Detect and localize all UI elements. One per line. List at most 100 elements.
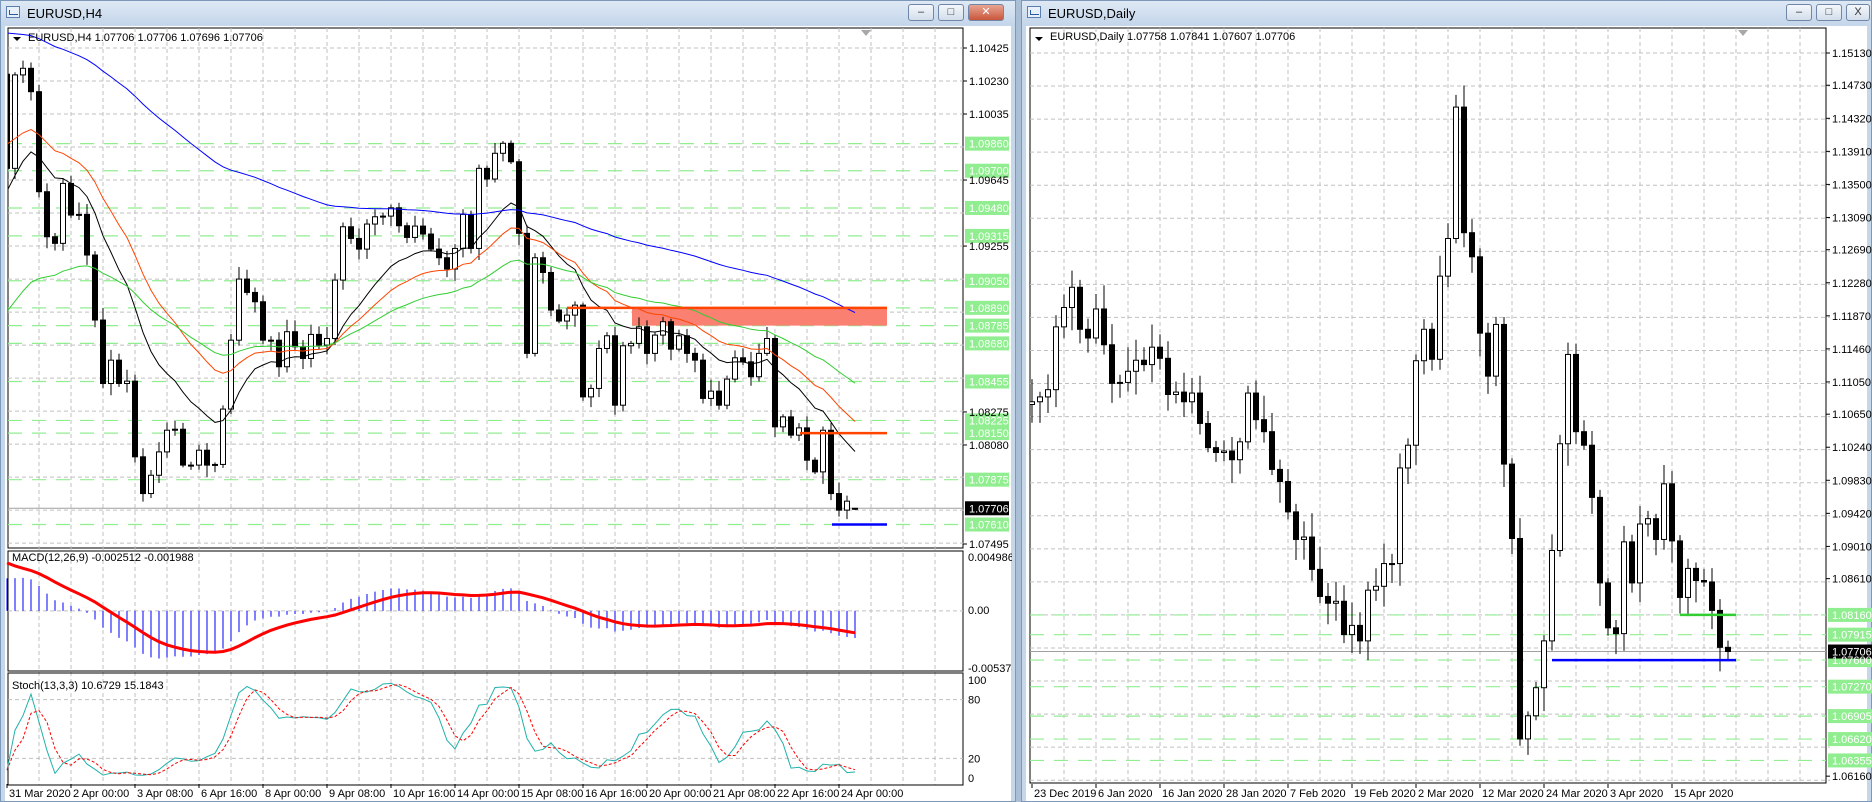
- bull-candle[interactable]: [628, 342, 634, 347]
- bull-candle[interactable]: [1373, 585, 1379, 591]
- bull-candle[interactable]: [164, 429, 170, 453]
- bear-candle[interactable]: [1085, 328, 1091, 339]
- bear-candle[interactable]: [44, 191, 50, 238]
- bear-candle[interactable]: [356, 237, 362, 250]
- bull-candle[interactable]: [12, 74, 18, 169]
- bull-candle[interactable]: [124, 380, 130, 385]
- bull-candle[interactable]: [844, 500, 850, 511]
- bear-candle[interactable]: [1205, 422, 1211, 449]
- bear-candle[interactable]: [1693, 567, 1699, 581]
- bull-candle[interactable]: [1173, 391, 1179, 396]
- bull-candle[interactable]: [1030, 401, 1035, 406]
- bear-candle[interactable]: [556, 309, 562, 322]
- bear-candle[interactable]: [828, 429, 834, 495]
- bull-candle[interactable]: [156, 451, 162, 476]
- bear-candle[interactable]: [580, 304, 586, 398]
- bull-candle[interactable]: [732, 357, 738, 380]
- bear-candle[interactable]: [252, 291, 258, 303]
- bull-candle[interactable]: [676, 335, 682, 350]
- bear-candle[interactable]: [508, 142, 514, 163]
- bull-candle[interactable]: [1661, 483, 1667, 540]
- bull-candle[interactable]: [652, 334, 658, 354]
- bull-candle[interactable]: [1381, 563, 1387, 587]
- bull-candle[interactable]: [212, 463, 218, 466]
- bull-candle[interactable]: [1133, 359, 1139, 372]
- bull-candle[interactable]: [364, 223, 370, 250]
- bear-candle[interactable]: [52, 236, 58, 244]
- bear-candle[interactable]: [1157, 346, 1163, 359]
- bear-candle[interactable]: [1261, 419, 1267, 433]
- bear-candle[interactable]: [1613, 627, 1619, 635]
- bear-candle[interactable]: [92, 254, 98, 321]
- bear-candle[interactable]: [740, 357, 746, 363]
- bear-candle[interactable]: [244, 278, 250, 293]
- bear-candle[interactable]: [260, 301, 266, 341]
- bull-candle[interactable]: [604, 335, 610, 349]
- bull-candle[interactable]: [780, 416, 786, 428]
- bull-candle[interactable]: [1333, 600, 1339, 604]
- bull-candle[interactable]: [372, 216, 378, 225]
- bear-candle[interactable]: [84, 213, 90, 256]
- bear-candle[interactable]: [1341, 600, 1347, 636]
- bull-candle[interactable]: [532, 257, 538, 354]
- bear-candle[interactable]: [316, 333, 322, 346]
- bear-candle[interactable]: [1317, 568, 1323, 597]
- bear-candle[interactable]: [28, 67, 34, 93]
- bull-candle[interactable]: [460, 213, 466, 249]
- bull-candle[interactable]: [1117, 381, 1123, 384]
- bear-candle[interactable]: [484, 167, 490, 180]
- bear-candle[interactable]: [1701, 579, 1707, 583]
- bull-candle[interactable]: [1541, 640, 1547, 689]
- bull-candle[interactable]: [220, 408, 226, 465]
- bull-candle[interactable]: [1453, 106, 1459, 240]
- bear-candle[interactable]: [524, 232, 530, 354]
- bull-candle[interactable]: [1533, 687, 1539, 717]
- bull-candle[interactable]: [1421, 328, 1427, 362]
- bull-candle[interactable]: [1149, 346, 1155, 366]
- bull-candle[interactable]: [1445, 238, 1451, 277]
- bull-candle[interactable]: [60, 182, 66, 244]
- bear-candle[interactable]: [68, 182, 74, 216]
- bull-candle[interactable]: [332, 279, 338, 339]
- bull-candle[interactable]: [1045, 389, 1051, 398]
- bull-candle[interactable]: [756, 352, 762, 378]
- bull-candle[interactable]: [1549, 550, 1555, 642]
- bull-candle[interactable]: [1645, 518, 1651, 525]
- bear-candle[interactable]: [1077, 286, 1083, 330]
- bull-candle[interactable]: [236, 278, 242, 341]
- bear-candle[interactable]: [516, 161, 522, 234]
- h4-chart-canvas[interactable]: 1.104251.102301.100351.096451.092551.082…: [0, 0, 1012, 802]
- bear-candle[interactable]: [116, 359, 122, 385]
- bull-candle[interactable]: [1365, 589, 1371, 642]
- bull-candle[interactable]: [1093, 308, 1099, 339]
- bear-candle[interactable]: [1325, 595, 1331, 604]
- bear-candle[interactable]: [428, 233, 434, 250]
- bull-candle[interactable]: [1621, 541, 1627, 635]
- bull-candle[interactable]: [324, 337, 330, 346]
- bear-candle[interactable]: [180, 428, 186, 466]
- bull-candle[interactable]: [1685, 567, 1691, 598]
- bear-candle[interactable]: [1429, 328, 1435, 360]
- bull-candle[interactable]: [1493, 323, 1499, 377]
- bull-candle[interactable]: [1301, 536, 1307, 540]
- bull-candle[interactable]: [852, 507, 858, 510]
- bull-candle[interactable]: [620, 345, 626, 406]
- bull-candle[interactable]: [1037, 396, 1043, 403]
- bull-candle[interactable]: [1245, 392, 1251, 443]
- bear-candle[interactable]: [1181, 391, 1187, 403]
- bear-candle[interactable]: [684, 335, 690, 354]
- bull-candle[interactable]: [500, 142, 506, 154]
- bull-candle[interactable]: [708, 390, 714, 399]
- bear-candle[interactable]: [1517, 537, 1523, 740]
- bear-candle[interactable]: [1109, 344, 1115, 384]
- bull-candle[interactable]: [1237, 441, 1243, 461]
- bull-candle[interactable]: [660, 321, 666, 336]
- bull-candle[interactable]: [1189, 392, 1195, 403]
- bear-candle[interactable]: [1293, 511, 1299, 540]
- bull-candle[interactable]: [1405, 444, 1411, 469]
- bull-candle[interactable]: [596, 347, 602, 389]
- bear-candle[interactable]: [348, 226, 354, 239]
- bear-candle[interactable]: [1589, 444, 1595, 498]
- bear-candle[interactable]: [1725, 646, 1731, 653]
- bear-candle[interactable]: [1357, 624, 1363, 642]
